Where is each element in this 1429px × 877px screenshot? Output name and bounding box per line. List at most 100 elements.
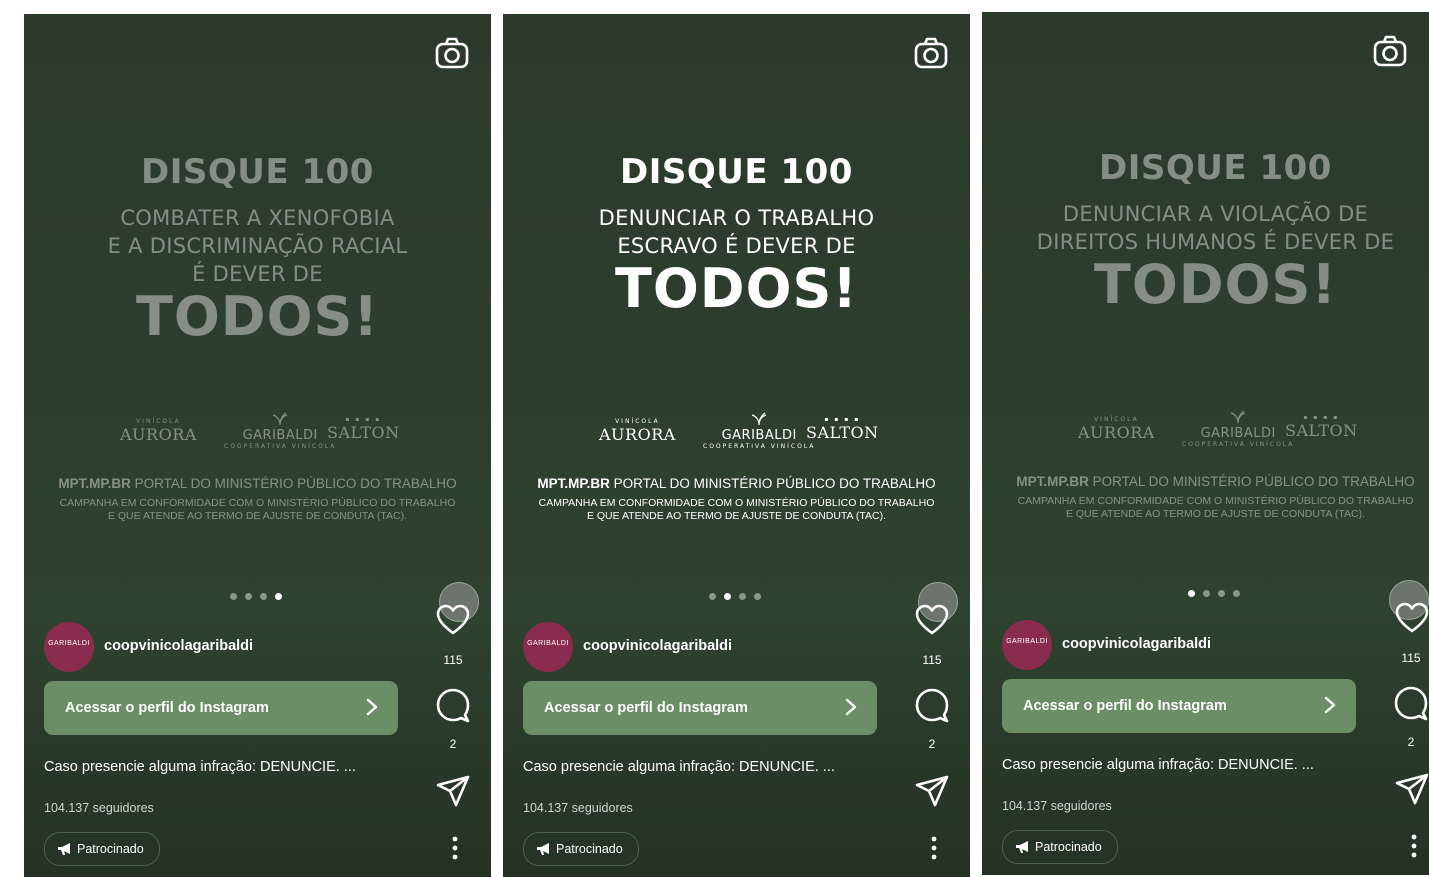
subheadline-line: DENUNCIAR O TRABALHO: [598, 206, 875, 230]
aurora-logo: VINÍCOLA AURORA: [1078, 416, 1155, 442]
carousel-indicator: [709, 587, 769, 600]
garibaldi-logo: GARIBALDI COOPERATIVA VINÍCOLA: [1182, 410, 1294, 448]
mpt-disclaimer: MPT.MP.BR PORTAL DO MINISTÉRIO PÚBLICO D…: [1016, 474, 1415, 520]
send-icon[interactable]: [436, 774, 470, 808]
subheadline: COMBATER A XENOFOBIA E A DISCRIMINAÇÃO RA…: [24, 204, 491, 288]
cta-label: Acessar o perfil do Instagram: [544, 700, 748, 716]
camera-icon[interactable]: [1373, 34, 1407, 68]
sponsored-label: Patrocinado: [1035, 840, 1102, 854]
comment-icon[interactable]: [914, 687, 950, 723]
carousel-dot: [754, 593, 761, 600]
ad-creative-text: DISQUE 100 DENUNCIAR A VIOLAÇÃO DE DIREIT…: [982, 148, 1429, 314]
comment-icon[interactable]: [435, 687, 471, 723]
subheadline-line: COMBATER A XENOFOBIA: [120, 206, 395, 230]
sponsored-badge[interactable]: Patrocinado: [44, 832, 160, 866]
cta-label: Acessar o perfil do Instagram: [1023, 698, 1227, 714]
mpt-disclaimer: MPT.MP.BR PORTAL DO MINISTÉRIO PÚBLICO D…: [537, 476, 936, 522]
carousel-dot: [1233, 590, 1240, 597]
camera-icon[interactable]: [914, 36, 948, 70]
send-icon[interactable]: [915, 774, 949, 808]
camera-icon[interactable]: [435, 36, 469, 70]
carousel-dot: [1218, 590, 1225, 597]
visit-profile-button[interactable]: Acessar o perfil do Instagram: [523, 681, 877, 735]
salton-logo: ▪ ▪ ▪ ▪ SALTON: [806, 416, 879, 442]
visit-profile-button[interactable]: Acessar o perfil do Instagram: [44, 681, 398, 735]
follower-count: 104.137 seguidores: [1002, 799, 1112, 813]
sponsor-logos: VINÍCOLA AURORA GARIBALDI COOPERATIVA VI…: [24, 412, 491, 450]
megaphone-icon: [1016, 841, 1028, 853]
story-panel-2[interactable]: DISQUE 100 DENUNCIAR O TRABALHO ESCRAVO É…: [503, 14, 970, 877]
post-caption[interactable]: Caso presencie alguma infração: DENUNCIE…: [523, 759, 835, 775]
sponsor-logos: VINÍCOLA AURORA GARIBALDI COOPERATIVA VI…: [503, 412, 970, 450]
megaphone-icon: [58, 843, 70, 855]
ad-creative-text: DISQUE 100 DENUNCIAR O TRABALHO ESCRAVO É…: [503, 152, 970, 318]
carousel-indicator: [1188, 584, 1248, 597]
more-icon[interactable]: [931, 836, 937, 860]
aurora-logo: VINÍCOLA AURORA: [599, 418, 676, 444]
aurora-logo: VINÍCOLA AURORA: [120, 418, 197, 444]
salton-logo: ▪ ▪ ▪ ▪ SALTON: [1285, 414, 1358, 440]
carousel-dot: [275, 593, 282, 600]
avatar[interactable]: GARIBALDI: [523, 622, 573, 672]
sponsored-label: Patrocinado: [77, 842, 144, 856]
story-panel-3[interactable]: DISQUE 100 DENUNCIAR A VIOLAÇÃO DE DIREIT…: [982, 12, 1429, 875]
comment-count: 2: [449, 737, 457, 751]
headline: DISQUE 100: [1099, 148, 1332, 188]
chevron-right-icon: [1324, 696, 1336, 714]
carousel-dot: [1203, 590, 1210, 597]
like-count: 115: [1401, 651, 1421, 665]
subheadline-line: E A DISCRIMINAÇÃO RACIAL: [107, 234, 408, 258]
carousel-dot: [230, 593, 237, 600]
mpt-disclaimer: MPT.MP.BR PORTAL DO MINISTÉRIO PÚBLICO D…: [58, 476, 457, 522]
send-icon[interactable]: [1395, 772, 1429, 806]
todos-text: TODOS!: [136, 285, 379, 348]
subheadline-line: DIREITOS HUMANOS É DEVER DE: [1036, 230, 1395, 254]
follower-count: 104.137 seguidores: [523, 801, 633, 815]
avatar[interactable]: GARIBALDI: [1002, 620, 1052, 670]
carousel-dot: [724, 593, 731, 600]
headline: DISQUE 100: [141, 152, 374, 192]
ad-creative-text: DISQUE 100 COMBATER A XENOFOBIA E A DISCR…: [24, 152, 491, 346]
carousel-dot: [245, 593, 252, 600]
avatar[interactable]: GARIBALDI: [44, 622, 94, 672]
heart-icon[interactable]: [436, 604, 470, 636]
username[interactable]: coopvinicolagaribaldi: [104, 638, 253, 654]
sponsored-badge[interactable]: Patrocinado: [1002, 830, 1118, 864]
sponsor-logos: VINÍCOLA AURORA GARIBALDI COOPERATIVA VI…: [982, 410, 1429, 448]
more-icon[interactable]: [452, 836, 458, 860]
subheadline: DENUNCIAR O TRABALHO ESCRAVO É DEVER DE: [503, 204, 970, 260]
heart-icon[interactable]: [1395, 602, 1429, 634]
follower-count: 104.137 seguidores: [44, 801, 154, 815]
cta-label: Acessar o perfil do Instagram: [65, 700, 269, 716]
sponsored-label: Patrocinado: [556, 842, 623, 856]
visit-profile-button[interactable]: Acessar o perfil do Instagram: [1002, 679, 1356, 733]
like-count: 115: [443, 653, 463, 667]
garibaldi-logo: GARIBALDI COOPERATIVA VINÍCOLA: [224, 412, 336, 450]
carousel-dot: [260, 593, 267, 600]
subheadline: DENUNCIAR A VIOLAÇÃO DE DIREITOS HUMANOS …: [982, 200, 1429, 256]
salton-logo: ▪ ▪ ▪ ▪ SALTON: [327, 416, 400, 442]
sponsored-badge[interactable]: Patrocinado: [523, 832, 639, 866]
chevron-right-icon: [845, 698, 857, 716]
more-icon[interactable]: [1411, 834, 1417, 858]
carousel-dot: [709, 593, 716, 600]
carousel-dot: [739, 593, 746, 600]
carousel-indicator: [230, 587, 290, 600]
todos-text: TODOS!: [615, 257, 858, 320]
subheadline-line: DENUNCIAR A VIOLAÇÃO DE: [1062, 202, 1369, 226]
todos-text: TODOS!: [1094, 253, 1337, 316]
comment-count: 2: [1407, 735, 1415, 749]
chevron-right-icon: [366, 698, 378, 716]
comment-count: 2: [928, 737, 936, 751]
subheadline-line: ESCRAVO É DEVER DE: [617, 234, 856, 258]
heart-icon[interactable]: [915, 604, 949, 636]
comment-icon[interactable]: [1393, 685, 1429, 721]
story-panel-1[interactable]: DISQUE 100 COMBATER A XENOFOBIA E A DISCR…: [24, 14, 491, 877]
username[interactable]: coopvinicolagaribaldi: [583, 638, 732, 654]
post-caption[interactable]: Caso presencie alguma infração: DENUNCIE…: [44, 759, 356, 775]
carousel-dot: [1188, 590, 1195, 597]
username[interactable]: coopvinicolagaribaldi: [1062, 636, 1211, 652]
subheadline-line: É DEVER DE: [192, 262, 323, 286]
post-caption[interactable]: Caso presencie alguma infração: DENUNCIE…: [1002, 757, 1314, 773]
megaphone-icon: [537, 843, 549, 855]
